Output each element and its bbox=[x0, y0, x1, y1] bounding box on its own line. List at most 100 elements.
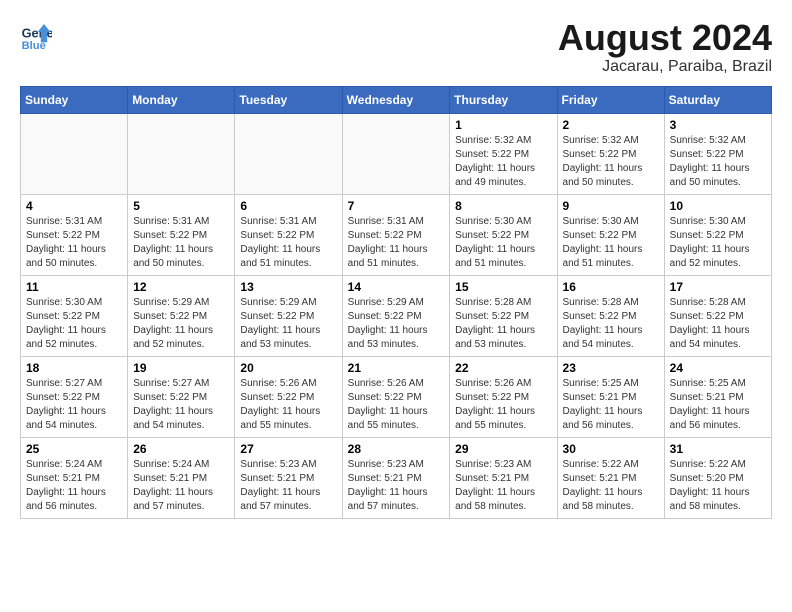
day-number: 10 bbox=[670, 199, 766, 213]
day-info: Sunrise: 5:26 AM Sunset: 5:22 PM Dayligh… bbox=[348, 377, 445, 433]
day-info: Sunrise: 5:30 AM Sunset: 5:22 PM Dayligh… bbox=[455, 215, 551, 271]
weekday-sunday: Sunday bbox=[21, 87, 128, 114]
day-info: Sunrise: 5:30 AM Sunset: 5:22 PM Dayligh… bbox=[670, 215, 766, 271]
calendar-week-1: 1 Sunrise: 5:32 AM Sunset: 5:22 PM Daylig… bbox=[21, 114, 772, 195]
weekday-header-row: SundayMondayTuesdayWednesdayThursdayFrid… bbox=[21, 87, 772, 114]
day-number: 24 bbox=[670, 361, 766, 375]
day-number: 11 bbox=[26, 280, 122, 294]
day-number: 21 bbox=[348, 361, 445, 375]
day-info: Sunrise: 5:31 AM Sunset: 5:22 PM Dayligh… bbox=[133, 215, 229, 271]
weekday-friday: Friday bbox=[557, 87, 664, 114]
day-number: 30 bbox=[563, 442, 659, 456]
day-number: 27 bbox=[240, 442, 336, 456]
calendar-cell: 31Sunrise: 5:22 AM Sunset: 5:20 PM Dayli… bbox=[664, 438, 771, 519]
calendar-cell: 3Sunrise: 5:32 AM Sunset: 5:22 PM Daylig… bbox=[664, 114, 771, 195]
day-number: 7 bbox=[348, 199, 445, 213]
calendar-cell: 29 Sunrise: 5:23 AM Sunset: 5:21 PM Dayli… bbox=[450, 438, 557, 519]
day-info: Sunrise: 5:25 AM Sunset: 5:21 PM Dayligh… bbox=[563, 377, 659, 433]
day-info: Sunrise: 5:32 AM Sunset: 5:22 PM Dayligh… bbox=[670, 134, 766, 190]
calendar-cell: 9Sunrise: 5:30 AM Sunset: 5:22 PM Daylig… bbox=[557, 195, 664, 276]
weekday-wednesday: Wednesday bbox=[342, 87, 450, 114]
day-number: 16 bbox=[563, 280, 659, 294]
day-info: Sunrise: 5:27 AM Sunset: 5:22 PM Dayligh… bbox=[133, 377, 229, 433]
calendar-cell: 1Sunrise: 5:32 AM Sunset: 5:22 PM Daylig… bbox=[450, 114, 557, 195]
day-info: Sunrise: 5:23 AM Sunset: 5:21 PM Dayligh… bbox=[240, 458, 336, 514]
calendar-cell: 26Sunrise: 5:24 AM Sunset: 5:21 PM Dayli… bbox=[128, 438, 235, 519]
day-info: Sunrise: 5:22 AM Sunset: 5:21 PM Dayligh… bbox=[563, 458, 659, 514]
calendar-cell: 15 Sunrise: 5:28 AM Sunset: 5:22 PM Dayli… bbox=[450, 276, 557, 357]
calendar-cell: 7 Sunrise: 5:31 AM Sunset: 5:22 PM Daylig… bbox=[342, 195, 450, 276]
day-info: Sunrise: 5:29 AM Sunset: 5:22 PM Dayligh… bbox=[133, 296, 229, 352]
svg-text:General: General bbox=[22, 26, 52, 41]
calendar-cell: 8Sunrise: 5:30 AM Sunset: 5:22 PM Daylig… bbox=[450, 195, 557, 276]
calendar-week-2: 4 Sunrise: 5:31 AM Sunset: 5:22 PM Daylig… bbox=[21, 195, 772, 276]
calendar-cell: 24 Sunrise: 5:25 AM Sunset: 5:21 PM Dayli… bbox=[664, 357, 771, 438]
calendar-cell: 6Sunrise: 5:31 AM Sunset: 5:22 PM Daylig… bbox=[235, 195, 342, 276]
day-number: 13 bbox=[240, 280, 336, 294]
calendar-cell: 22Sunrise: 5:26 AM Sunset: 5:22 PM Dayli… bbox=[450, 357, 557, 438]
calendar-cell: 11 Sunrise: 5:30 AM Sunset: 5:22 PM Dayli… bbox=[21, 276, 128, 357]
month-title: August 2024 bbox=[558, 20, 772, 56]
day-info: Sunrise: 5:22 AM Sunset: 5:20 PM Dayligh… bbox=[670, 458, 766, 514]
calendar-cell bbox=[21, 114, 128, 195]
weekday-tuesday: Tuesday bbox=[235, 87, 342, 114]
calendar-week-5: 25Sunrise: 5:24 AM Sunset: 5:21 PM Dayli… bbox=[21, 438, 772, 519]
day-number: 14 bbox=[348, 280, 445, 294]
day-info: Sunrise: 5:25 AM Sunset: 5:21 PM Dayligh… bbox=[670, 377, 766, 433]
calendar-cell bbox=[128, 114, 235, 195]
calendar-cell: 16 Sunrise: 5:28 AM Sunset: 5:22 PM Dayli… bbox=[557, 276, 664, 357]
calendar-cell: 18Sunrise: 5:27 AM Sunset: 5:22 PM Dayli… bbox=[21, 357, 128, 438]
calendar-cell: 19Sunrise: 5:27 AM Sunset: 5:22 PM Dayli… bbox=[128, 357, 235, 438]
day-info: Sunrise: 5:31 AM Sunset: 5:22 PM Dayligh… bbox=[26, 215, 122, 271]
day-info: Sunrise: 5:23 AM Sunset: 5:21 PM Dayligh… bbox=[348, 458, 445, 514]
day-number: 5 bbox=[133, 199, 229, 213]
day-info: Sunrise: 5:28 AM Sunset: 5:22 PM Dayligh… bbox=[670, 296, 766, 352]
day-info: Sunrise: 5:23 AM Sunset: 5:21 PM Dayligh… bbox=[455, 458, 551, 514]
day-number: 2 bbox=[563, 118, 659, 132]
calendar-cell: 13 Sunrise: 5:29 AM Sunset: 5:22 PM Dayli… bbox=[235, 276, 342, 357]
day-number: 26 bbox=[133, 442, 229, 456]
calendar-cell: 17 Sunrise: 5:28 AM Sunset: 5:22 PM Dayli… bbox=[664, 276, 771, 357]
calendar-cell: 30 Sunrise: 5:22 AM Sunset: 5:21 PM Dayli… bbox=[557, 438, 664, 519]
calendar-cell: 27 Sunrise: 5:23 AM Sunset: 5:21 PM Dayli… bbox=[235, 438, 342, 519]
day-info: Sunrise: 5:24 AM Sunset: 5:21 PM Dayligh… bbox=[26, 458, 122, 514]
day-info: Sunrise: 5:31 AM Sunset: 5:22 PM Dayligh… bbox=[348, 215, 445, 271]
calendar-cell: 28Sunrise: 5:23 AM Sunset: 5:21 PM Dayli… bbox=[342, 438, 450, 519]
weekday-saturday: Saturday bbox=[664, 87, 771, 114]
day-info: Sunrise: 5:32 AM Sunset: 5:22 PM Dayligh… bbox=[563, 134, 659, 190]
day-info: Sunrise: 5:28 AM Sunset: 5:22 PM Dayligh… bbox=[563, 296, 659, 352]
day-number: 18 bbox=[26, 361, 122, 375]
calendar-cell: 4 Sunrise: 5:31 AM Sunset: 5:22 PM Daylig… bbox=[21, 195, 128, 276]
day-number: 4 bbox=[26, 199, 122, 213]
day-number: 15 bbox=[455, 280, 551, 294]
calendar-cell: 23 Sunrise: 5:25 AM Sunset: 5:21 PM Dayli… bbox=[557, 357, 664, 438]
calendar-cell: 20Sunrise: 5:26 AM Sunset: 5:22 PM Dayli… bbox=[235, 357, 342, 438]
day-number: 23 bbox=[563, 361, 659, 375]
page-header: General Blue August 2024 Jacarau, Paraib… bbox=[20, 20, 772, 76]
calendar-table: SundayMondayTuesdayWednesdayThursdayFrid… bbox=[20, 86, 772, 519]
title-area: August 2024 Jacarau, Paraiba, Brazil bbox=[558, 20, 772, 76]
day-info: Sunrise: 5:29 AM Sunset: 5:22 PM Dayligh… bbox=[240, 296, 336, 352]
calendar-cell bbox=[342, 114, 450, 195]
calendar-cell: 5 Sunrise: 5:31 AM Sunset: 5:22 PM Daylig… bbox=[128, 195, 235, 276]
day-info: Sunrise: 5:30 AM Sunset: 5:22 PM Dayligh… bbox=[26, 296, 122, 352]
day-number: 1 bbox=[455, 118, 551, 132]
calendar-cell: 25Sunrise: 5:24 AM Sunset: 5:21 PM Dayli… bbox=[21, 438, 128, 519]
calendar-cell: 21 Sunrise: 5:26 AM Sunset: 5:22 PM Dayli… bbox=[342, 357, 450, 438]
calendar-cell bbox=[235, 114, 342, 195]
day-info: Sunrise: 5:28 AM Sunset: 5:22 PM Dayligh… bbox=[455, 296, 551, 352]
day-info: Sunrise: 5:29 AM Sunset: 5:22 PM Dayligh… bbox=[348, 296, 445, 352]
day-number: 22 bbox=[455, 361, 551, 375]
calendar-cell: 2 Sunrise: 5:32 AM Sunset: 5:22 PM Daylig… bbox=[557, 114, 664, 195]
weekday-thursday: Thursday bbox=[450, 87, 557, 114]
calendar-cell: 12 Sunrise: 5:29 AM Sunset: 5:22 PM Dayli… bbox=[128, 276, 235, 357]
calendar-body: 1 Sunrise: 5:32 AM Sunset: 5:22 PM Daylig… bbox=[21, 114, 772, 519]
calendar-week-3: 11 Sunrise: 5:30 AM Sunset: 5:22 PM Dayli… bbox=[21, 276, 772, 357]
day-number: 29 bbox=[455, 442, 551, 456]
day-number: 17 bbox=[670, 280, 766, 294]
calendar-cell: 14 Sunrise: 5:29 AM Sunset: 5:22 PM Dayli… bbox=[342, 276, 450, 357]
calendar-week-4: 18 Sunrise: 5:27 AM Sunset: 5:22 PM Dayli… bbox=[21, 357, 772, 438]
location-subtitle: Jacarau, Paraiba, Brazil bbox=[558, 58, 772, 76]
weekday-monday: Monday bbox=[128, 87, 235, 114]
day-number: 12 bbox=[133, 280, 229, 294]
